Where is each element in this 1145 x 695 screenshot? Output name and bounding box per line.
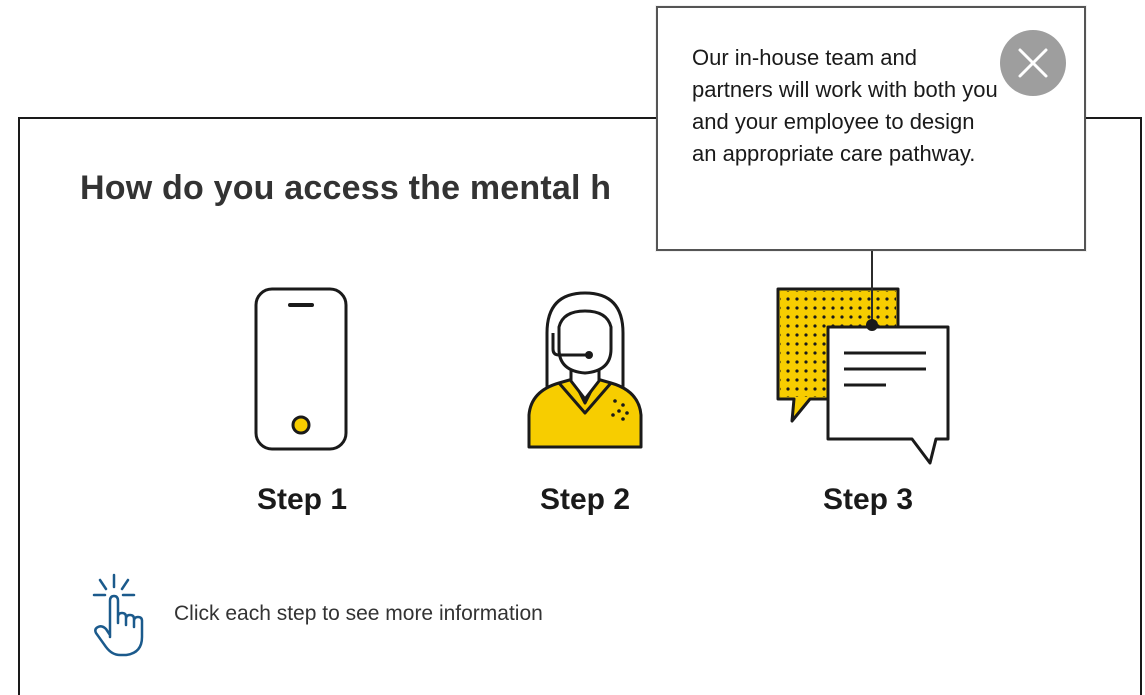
tooltip-connector-dot	[866, 319, 878, 331]
smartphone-icon	[254, 287, 348, 451]
close-icon	[1018, 48, 1048, 78]
step-1-button[interactable]: Step 1	[192, 287, 412, 527]
page-title: How do you access the mental h	[80, 169, 612, 207]
instruction-hint: Click each step to see more information	[74, 569, 543, 659]
support-agent-icon	[527, 291, 643, 449]
close-button[interactable]	[1000, 30, 1066, 96]
page: How do you access the mental h Step 1 St…	[0, 0, 1145, 695]
hint-text: Click each step to see more information	[174, 602, 543, 625]
tooltip-connector-line	[871, 251, 873, 325]
step-2-label: Step 2	[539, 483, 631, 516]
step-2-button[interactable]: Step 2	[475, 287, 695, 527]
step-3-label: Step 3	[822, 483, 914, 516]
step-1-label: Step 1	[256, 483, 348, 516]
step-info-tooltip: Our in-house team and partners will work…	[656, 6, 1086, 251]
chat-bubbles-icon	[776, 287, 950, 465]
tap-hand-icon	[92, 573, 144, 657]
tooltip-text: Our in-house team and partners will work…	[692, 45, 998, 166]
